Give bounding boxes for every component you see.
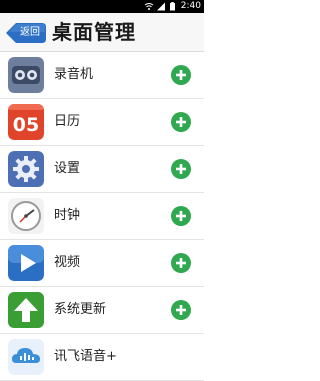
system-update-arrow-icon bbox=[8, 292, 44, 328]
add-icon[interactable] bbox=[171, 300, 191, 320]
add-icon[interactable] bbox=[171, 159, 191, 179]
battery-icon bbox=[170, 2, 175, 11]
app-name: 设置 bbox=[54, 161, 81, 176]
app-row-recorder[interactable]: 录音机 bbox=[0, 52, 204, 99]
calendar-icon: 05 bbox=[8, 104, 44, 140]
app-row-video[interactable]: 视频 bbox=[0, 240, 204, 287]
back-button-label: 返回 bbox=[20, 27, 40, 38]
signal-icon bbox=[157, 2, 165, 11]
app-name: 系统更新 bbox=[54, 302, 107, 317]
add-icon[interactable] bbox=[171, 65, 191, 85]
app-row-clock[interactable]: 时钟 bbox=[0, 193, 204, 240]
page-title: 桌面管理 bbox=[52, 20, 136, 44]
back-button[interactable]: 返回 bbox=[6, 23, 46, 43]
clock-icon bbox=[8, 198, 44, 234]
settings-gear-icon bbox=[8, 151, 44, 187]
app-name: 讯飞语音+ bbox=[54, 349, 117, 364]
video-play-icon bbox=[8, 245, 44, 281]
app-row-calendar[interactable]: 05 日历 bbox=[0, 99, 204, 146]
app-name: 视频 bbox=[54, 255, 81, 270]
wifi-icon bbox=[144, 3, 154, 10]
app-name: 时钟 bbox=[54, 208, 81, 223]
app-row-voice[interactable]: 讯飞语音+ bbox=[0, 334, 204, 381]
add-icon[interactable] bbox=[171, 253, 191, 273]
app-name: 日历 bbox=[54, 114, 81, 129]
app-row-system-update[interactable]: 系统更新 bbox=[0, 287, 204, 334]
recorder-icon bbox=[8, 57, 44, 93]
app-header: 返回 桌面管理 bbox=[0, 13, 204, 52]
status-icons bbox=[144, 2, 175, 11]
add-icon[interactable] bbox=[171, 112, 191, 132]
voice-cloud-icon bbox=[8, 339, 44, 375]
add-icon[interactable] bbox=[171, 206, 191, 226]
app-name: 录音机 bbox=[54, 67, 94, 82]
app-row-settings[interactable]: 设置 bbox=[0, 146, 204, 193]
status-bar: 2:40 bbox=[0, 0, 204, 13]
calendar-icon-date: 05 bbox=[13, 114, 39, 136]
status-time: 2:40 bbox=[180, 1, 201, 11]
